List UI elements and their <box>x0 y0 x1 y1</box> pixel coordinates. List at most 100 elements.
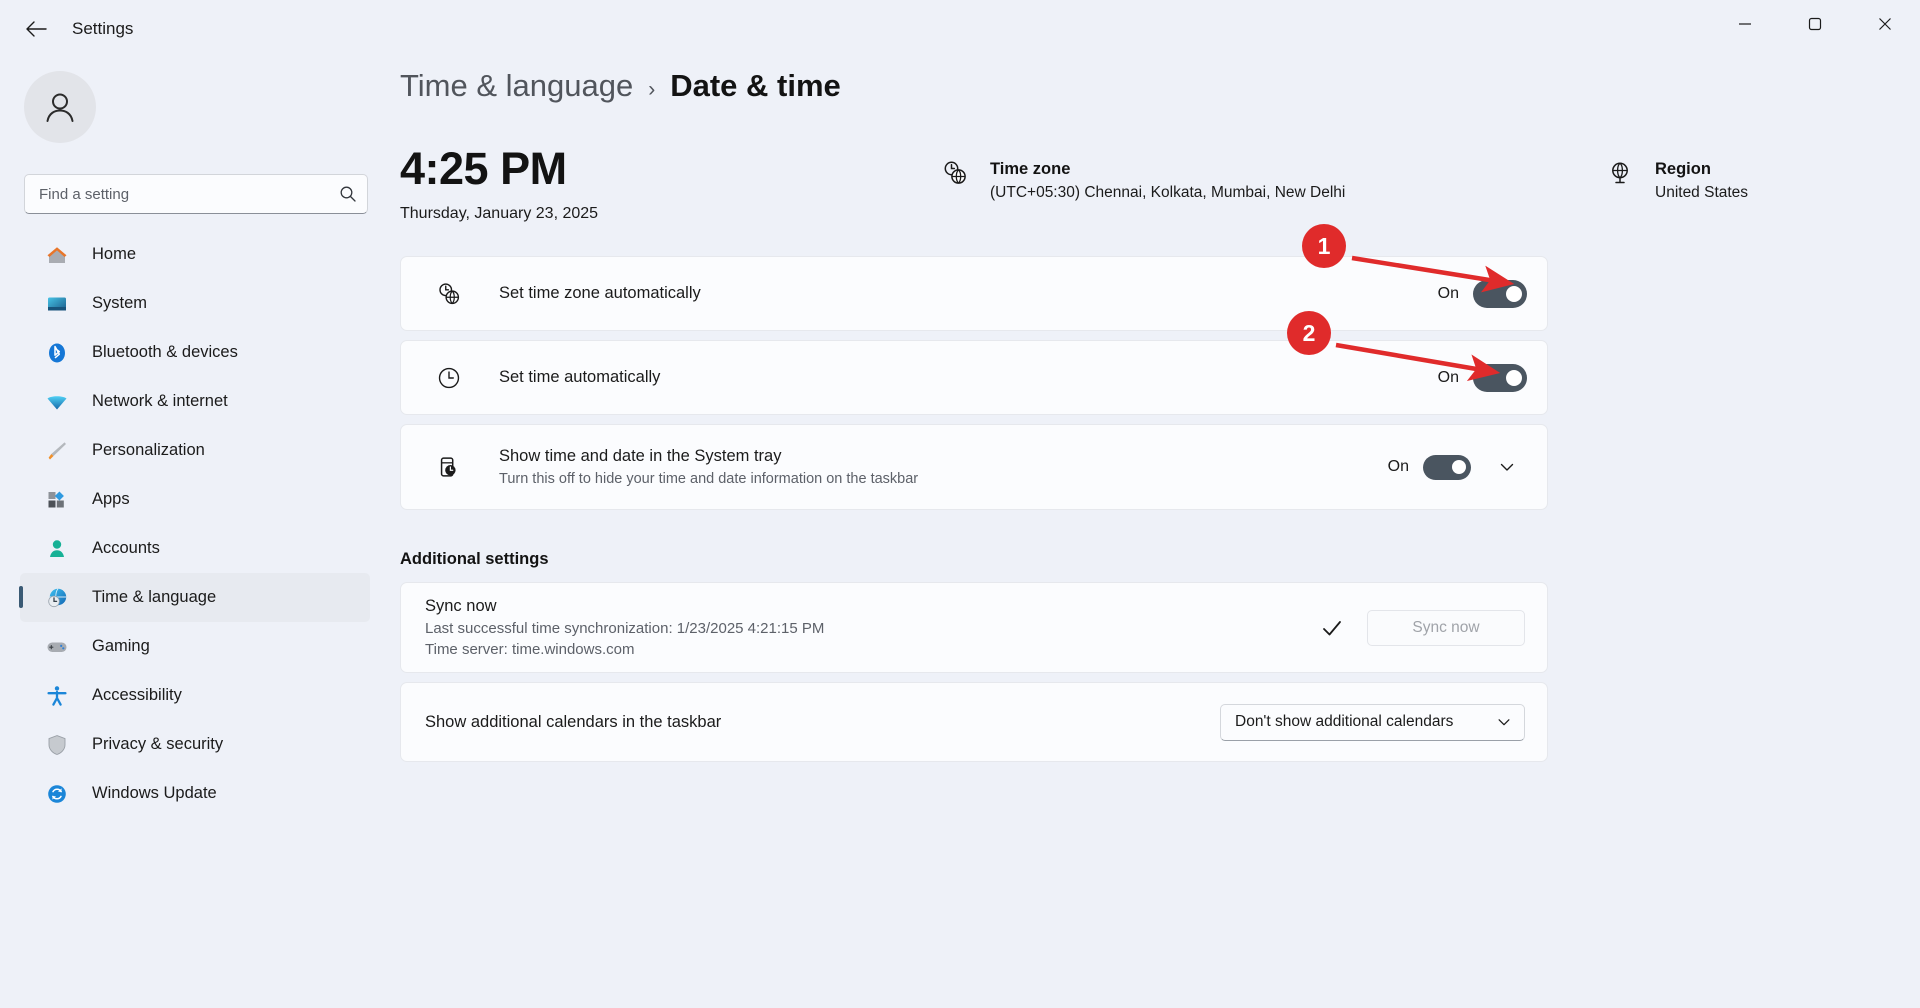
breadcrumb-parent[interactable]: Time & language <box>400 68 633 104</box>
sidebar-item-label: Windows Update <box>92 784 217 802</box>
sidebar-item-time-language[interactable]: Time & language <box>19 573 370 622</box>
sidebar-item-label: Bluetooth & devices <box>92 343 238 361</box>
card-right: On <box>1437 363 1527 392</box>
toggle-state-label: On <box>1387 458 1409 475</box>
card-right: On <box>1437 279 1527 308</box>
back-arrow-icon <box>26 21 47 37</box>
additional-settings-cards: Sync now Last successful time synchroniz… <box>400 582 1548 762</box>
minimize-icon <box>1739 22 1751 25</box>
breadcrumb-separator: › <box>648 78 656 101</box>
checkmark-icon <box>1315 616 1349 640</box>
additional-calendars-card: Show additional calendars in the taskbar… <box>400 682 1548 762</box>
card-right: On <box>1388 447 1527 487</box>
card-title: Set time automatically <box>499 368 661 386</box>
sidebar-item-label: System <box>92 294 148 312</box>
home-icon <box>44 242 70 268</box>
set-time-zone-automatically-toggle[interactable] <box>1473 279 1527 308</box>
sidebar-item-label: Time & language <box>92 588 217 606</box>
sidebar-item-accounts[interactable]: Accounts <box>20 524 370 573</box>
set-time-zone-automatically-card[interactable]: Set time zone automatically On <box>400 256 1548 331</box>
sidebar-item-label: Network & internet <box>92 392 228 410</box>
network-icon <box>44 389 70 415</box>
sidebar-item-home[interactable]: Home <box>20 230 370 279</box>
maximize-icon <box>1808 17 1822 30</box>
sync-now-card: Sync now Last successful time synchroniz… <box>400 582 1548 673</box>
taskbar-clock-icon <box>435 453 463 481</box>
card-subtitle: Turn this off to hide your time and date… <box>499 471 919 487</box>
current-clock: 4:25 PM Thursday, January 23, 2025 <box>400 144 598 223</box>
card-title: Show time and date in the System tray <box>499 447 782 465</box>
maximize-button[interactable] <box>1780 0 1850 47</box>
toggle-state-label: On <box>1437 368 1459 386</box>
toggle-knob <box>1506 285 1522 302</box>
timezone-info: Time zone (UTC+05:30) Chennai, Kolkata, … <box>940 158 1580 202</box>
main-content: Time & language › Date & time 4:25 PM Th… <box>390 58 1920 1008</box>
sidebar-item-label: Privacy & security <box>92 735 224 753</box>
time-language-icon <box>44 585 70 611</box>
chevron-down-icon <box>1500 463 1514 471</box>
sidebar-nav: Home System Bluetooth & devices Network … <box>19 230 370 818</box>
search-icon <box>340 186 356 202</box>
expand-button[interactable] <box>1487 447 1527 487</box>
search-input[interactable] <box>39 185 339 203</box>
toggle-state-label: On <box>1437 284 1459 302</box>
region-title: Region <box>1655 160 1711 178</box>
avatar[interactable] <box>24 71 96 143</box>
region-info: Region United States <box>1605 158 1748 202</box>
additional-calendars-selected-value: Don't show additional calendars <box>1235 713 1454 730</box>
clock-icon <box>435 364 463 392</box>
sidebar-item-bluetooth-devices[interactable]: Bluetooth & devices <box>20 328 370 377</box>
sync-info: Sync now Last successful time synchroniz… <box>425 597 1315 658</box>
page-title: Date & time <box>670 68 841 103</box>
minimize-button[interactable] <box>1710 0 1780 47</box>
breadcrumb: Time & language › Date & time <box>400 68 841 104</box>
sidebar-item-system[interactable]: System <box>20 279 370 328</box>
paintbrush-icon <box>44 438 70 464</box>
shield-icon <box>44 732 70 758</box>
set-time-automatically-toggle[interactable] <box>1473 363 1527 392</box>
sync-title: Sync now <box>425 597 497 615</box>
globe-icon <box>1605 158 1635 188</box>
sidebar-item-gaming[interactable]: Gaming <box>20 622 370 671</box>
clock-globe-icon <box>435 280 463 308</box>
sidebar-item-network-internet[interactable]: Network & internet <box>20 377 370 426</box>
sidebar-item-personalization[interactable]: Personalization <box>20 426 370 475</box>
toggle-knob <box>1506 369 1522 386</box>
sync-last-time: Last successful time synchronization: 1/… <box>425 620 825 637</box>
window-controls <box>1710 0 1920 58</box>
bluetooth-icon <box>44 340 70 366</box>
apps-icon <box>44 487 70 513</box>
sidebar-item-label: Gaming <box>92 637 150 655</box>
user-avatar-icon <box>46 93 74 122</box>
settings-cards: Set time zone automatically On Set time … <box>400 256 1548 519</box>
sidebar-item-label: Accounts <box>92 539 160 557</box>
additional-calendars-dropdown[interactable]: Don't show additional calendars <box>1220 703 1525 741</box>
sync-now-button[interactable]: Sync now <box>1367 609 1525 646</box>
show-time-date-system-tray-card[interactable]: Show time and date in the System tray Tu… <box>400 424 1548 510</box>
set-time-automatically-card[interactable]: Set time automatically On <box>400 340 1548 415</box>
additional-calendars-label: Show additional calendars in the taskbar <box>425 712 722 731</box>
show-time-date-system-tray-toggle[interactable] <box>1423 454 1471 480</box>
clock-globe-icon <box>940 158 970 188</box>
back-button[interactable] <box>14 10 58 48</box>
current-time: 4:25 PM <box>400 143 567 194</box>
sidebar-item-accessibility[interactable]: Accessibility <box>20 671 370 720</box>
settings-window: Settings Find a setting Home System Blue… <box>0 0 1920 1008</box>
gamepad-icon <box>44 634 70 660</box>
accounts-icon <box>44 536 70 562</box>
close-button[interactable] <box>1850 0 1920 47</box>
sidebar-item-privacy-security[interactable]: Privacy & security <box>20 720 370 769</box>
sync-now-button-label: Sync now <box>1412 618 1480 636</box>
additional-settings-heading: Additional settings <box>400 550 549 568</box>
search-box[interactable] <box>24 174 368 214</box>
sidebar: Home System <box>0 58 390 1008</box>
sidebar-item-windows-update[interactable]: Windows Update <box>20 769 370 818</box>
current-date: Thursday, January 23, 2025 <box>400 204 599 222</box>
info-row: Time zone (UTC+05:30) Chennai, Kolkata, … <box>940 158 1920 202</box>
sidebar-item-apps[interactable]: Apps <box>20 475 370 524</box>
timezone-value: (UTC+05:30) Chennai, Kolkata, Mumbai, Ne… <box>990 184 1346 202</box>
region-value: United States <box>1655 184 1749 202</box>
card-title: Set time zone automatically <box>499 284 701 302</box>
sidebar-item-label: Home <box>92 245 137 263</box>
timezone-title: Time zone <box>990 160 1071 178</box>
